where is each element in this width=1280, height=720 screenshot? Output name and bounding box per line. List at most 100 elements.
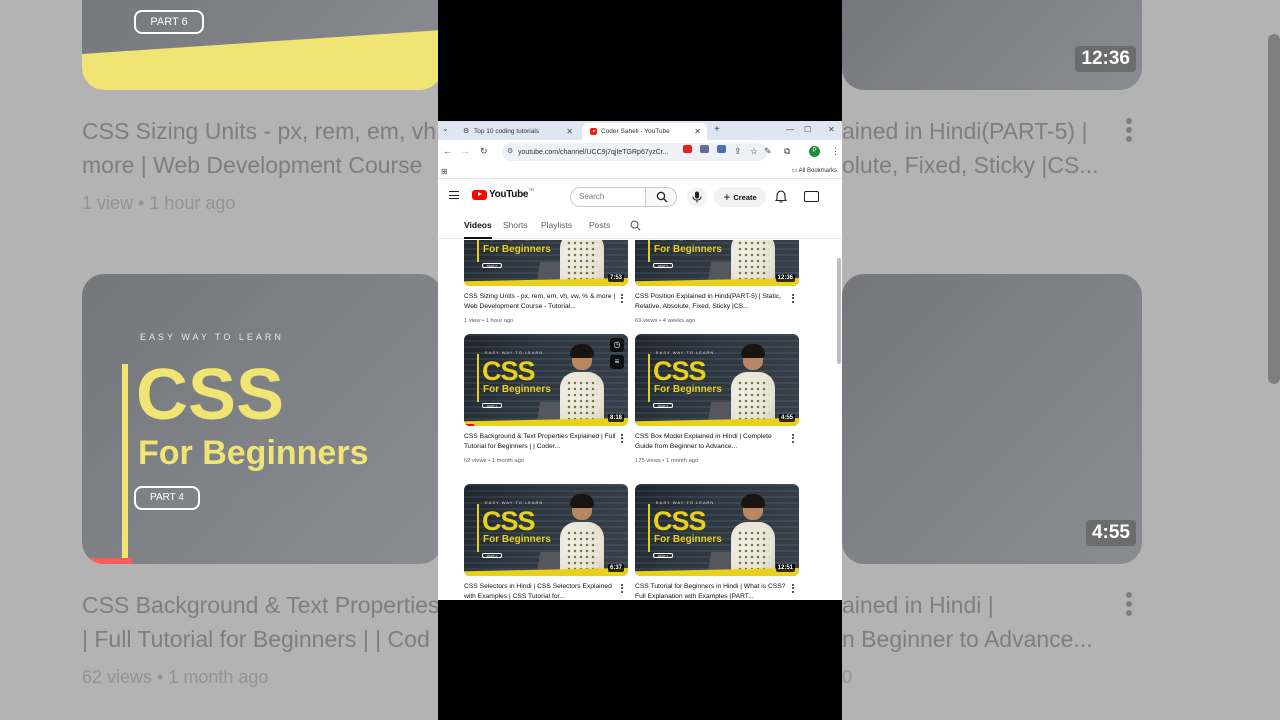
video-thumbnail[interactable]: EASY WAY TO LEARNCSSFor BeginnersPART 51…	[635, 240, 799, 286]
site-info-icon[interactable]: ⚙	[507, 147, 513, 155]
video-menu-kebab-icon[interactable]	[792, 584, 794, 594]
tab-strip: ⌄ ⚙ Top 10 coding tutorials ✕ Coder Sahe…	[438, 121, 842, 140]
close-icon[interactable]: ✕	[694, 127, 701, 136]
video-card[interactable]: EASY WAY TO LEARNCSSFor BeginnersPART 67…	[464, 240, 628, 324]
create-button[interactable]: + Create	[714, 187, 766, 207]
thumb-part-badge: PART 3	[653, 403, 673, 408]
thumb-easy-text: EASY WAY TO LEARN	[656, 350, 715, 355]
hamburger-menu-icon[interactable]	[449, 191, 459, 202]
reload-icon[interactable]: ↻	[480, 146, 488, 157]
video-menu-kebab-icon[interactable]	[792, 434, 794, 444]
video-card[interactable]: EASY WAY TO LEARN CSS For Beginners PART 2 6…	[464, 484, 628, 600]
video-duration: 8:18	[607, 414, 624, 422]
thumb-css-text: CSS	[653, 506, 707, 536]
video-card[interactable]: EASY WAY TO LEARN CSS For Beginners PART 4 8…	[464, 334, 628, 464]
thumb-part-badge: PART 2	[482, 553, 502, 558]
maximize-icon[interactable]: ☐	[804, 125, 811, 134]
bookmark-star-icon[interactable]: ☆	[750, 146, 758, 157]
video-thumbnail[interactable]: EASY WAY TO LEARN CSS For Beginners PART 3 4…	[635, 334, 799, 426]
minimize-icon[interactable]: —	[786, 125, 794, 134]
video-thumbnail[interactable]: EASY WAY TO LEARN CSS For Beginners PART 4 8…	[464, 334, 628, 426]
video-title[interactable]: CSS Box Model Explained in Hindi | Compl…	[635, 432, 787, 452]
thumb-part-badge: PART 1	[653, 553, 673, 558]
video-menu-kebab-icon[interactable]	[621, 294, 623, 304]
tab-videos[interactable]: Videos	[464, 220, 492, 239]
tab-title: Top 10 coding tutorials	[474, 128, 540, 135]
pen-icon[interactable]: ✎	[764, 146, 772, 157]
tab-posts[interactable]: Posts	[589, 220, 610, 230]
watch-later-icon[interactable]: ◷	[610, 338, 624, 352]
search-input[interactable]: Search	[570, 187, 645, 207]
thumb-css-text: CSS	[653, 356, 707, 386]
youtube-header: YouTube IN Search + Create	[438, 179, 842, 212]
youtube-favicon-icon	[590, 128, 597, 135]
video-duration: 12:36	[775, 274, 795, 282]
tab-shorts[interactable]: Shorts	[503, 220, 528, 230]
forward-icon[interactable]: →	[461, 146, 470, 156]
video-thumbnail[interactable]: EASY WAY TO LEARN CSS For Beginners PART 1 1…	[635, 484, 799, 576]
tab-playlists[interactable]: Playlists	[541, 220, 572, 230]
video-menu-kebab-icon[interactable]	[621, 584, 623, 594]
notifications-bell-icon[interactable]	[775, 190, 787, 203]
close-window-icon[interactable]: ✕	[828, 125, 835, 134]
thumb-for-text: For Beginners	[654, 534, 722, 545]
extensions-icon[interactable]: ⧉	[784, 146, 790, 157]
thumb-for-text: For Beginners	[654, 244, 722, 255]
video-card[interactable]: EASY WAY TO LEARNCSSFor BeginnersPART 51…	[635, 240, 799, 324]
video-duration: 6:37	[607, 564, 624, 572]
video-duration: 12:51	[775, 564, 795, 572]
video-thumbnail[interactable]: EASY WAY TO LEARNCSSFor BeginnersPART 67…	[464, 240, 628, 286]
all-bookmarks-button[interactable]: ▭ All Bookmarks	[792, 167, 837, 174]
thumb-for-text: For Beginners	[483, 534, 551, 545]
watch-progress	[464, 424, 474, 426]
url-field[interactable]: ⚙ youtube.com/channel/UCC9j7qjIeTGRp67yz…	[502, 143, 767, 161]
search-button[interactable]	[645, 187, 677, 207]
video-title[interactable]: CSS Background & Text Properties Explain…	[464, 432, 616, 452]
presenter-image	[560, 494, 604, 576]
presenter-image	[560, 344, 604, 426]
youtube-play-icon	[472, 189, 487, 200]
thumb-css-text: CSS	[482, 506, 536, 536]
add-to-queue-icon[interactable]: ≡	[610, 355, 624, 369]
channel-tabs: Videos Shorts Playlists Posts	[438, 212, 842, 239]
plus-icon: +	[723, 190, 731, 204]
youtube-extension-icon[interactable]	[683, 145, 692, 153]
video-thumbnail[interactable]: EASY WAY TO LEARN CSS For Beginners PART 2 6…	[464, 484, 628, 576]
apps-grid-icon[interactable]: ⊞	[441, 167, 448, 176]
profile-avatar[interactable]: P	[809, 146, 820, 157]
video-card[interactable]: EASY WAY TO LEARN CSS For Beginners PART 1 1…	[635, 484, 799, 600]
video-menu-kebab-icon[interactable]	[621, 434, 623, 444]
lens-icon[interactable]	[717, 145, 726, 153]
tab-coder-saheli[interactable]: Coder Saheli - YouTube ✕	[582, 123, 707, 140]
voice-search-button[interactable]	[687, 187, 707, 207]
presenter-image	[731, 494, 775, 576]
video-title[interactable]: CSS Sizing Units - px, rem, em, vh, vw, …	[464, 292, 616, 312]
page-scrollbar[interactable]	[837, 258, 841, 364]
new-tab-button[interactable]: +	[714, 124, 720, 135]
bookmarks-bar: ⊞ ▭ All Bookmarks	[438, 164, 842, 179]
video-menu-kebab-icon[interactable]	[792, 294, 794, 304]
video-card[interactable]: EASY WAY TO LEARN CSS For Beginners PART 3 4…	[635, 334, 799, 464]
share-icon[interactable]: ⇪	[734, 146, 742, 157]
thumb-part-badge: PART 5	[653, 263, 673, 268]
country-code: IN	[529, 187, 534, 192]
thumb-easy-text: EASY WAY TO LEARN	[656, 500, 715, 505]
back-icon[interactable]: ←	[443, 146, 452, 156]
video-title[interactable]: CSS Position Explained in Hindi(PART-5) …	[635, 292, 787, 312]
video-grid: EASY WAY TO LEARNCSSFor BeginnersPART 67…	[438, 240, 842, 600]
tab-search-icon[interactable]: ⌄	[442, 124, 449, 133]
url-text: youtube.com/channel/UCC9j7qjIeTGRp67yzCr…	[518, 148, 669, 156]
thumb-easy-text: EASY WAY TO LEARN	[485, 500, 544, 505]
close-icon[interactable]: ✕	[566, 127, 573, 136]
thumb-for-text: For Beginners	[654, 384, 722, 395]
thumb-for-text: For Beginners	[483, 244, 551, 255]
youtube-logo[interactable]: YouTube IN	[472, 187, 534, 200]
menu-kebab-icon[interactable]: ⋮	[831, 146, 840, 157]
channel-search-icon[interactable]	[630, 220, 641, 231]
video-title[interactable]: CSS Tutorial for Beginners in Hindi | Wh…	[635, 582, 787, 600]
folder-icon: ▭	[791, 168, 799, 174]
cast-icon[interactable]	[804, 191, 819, 202]
video-title[interactable]: CSS Selectors in Hindi | CSS Selectors E…	[464, 582, 616, 600]
tab-top-10[interactable]: ⚙ Top 10 coding tutorials ✕	[455, 123, 579, 140]
translate-icon[interactable]	[700, 145, 709, 153]
